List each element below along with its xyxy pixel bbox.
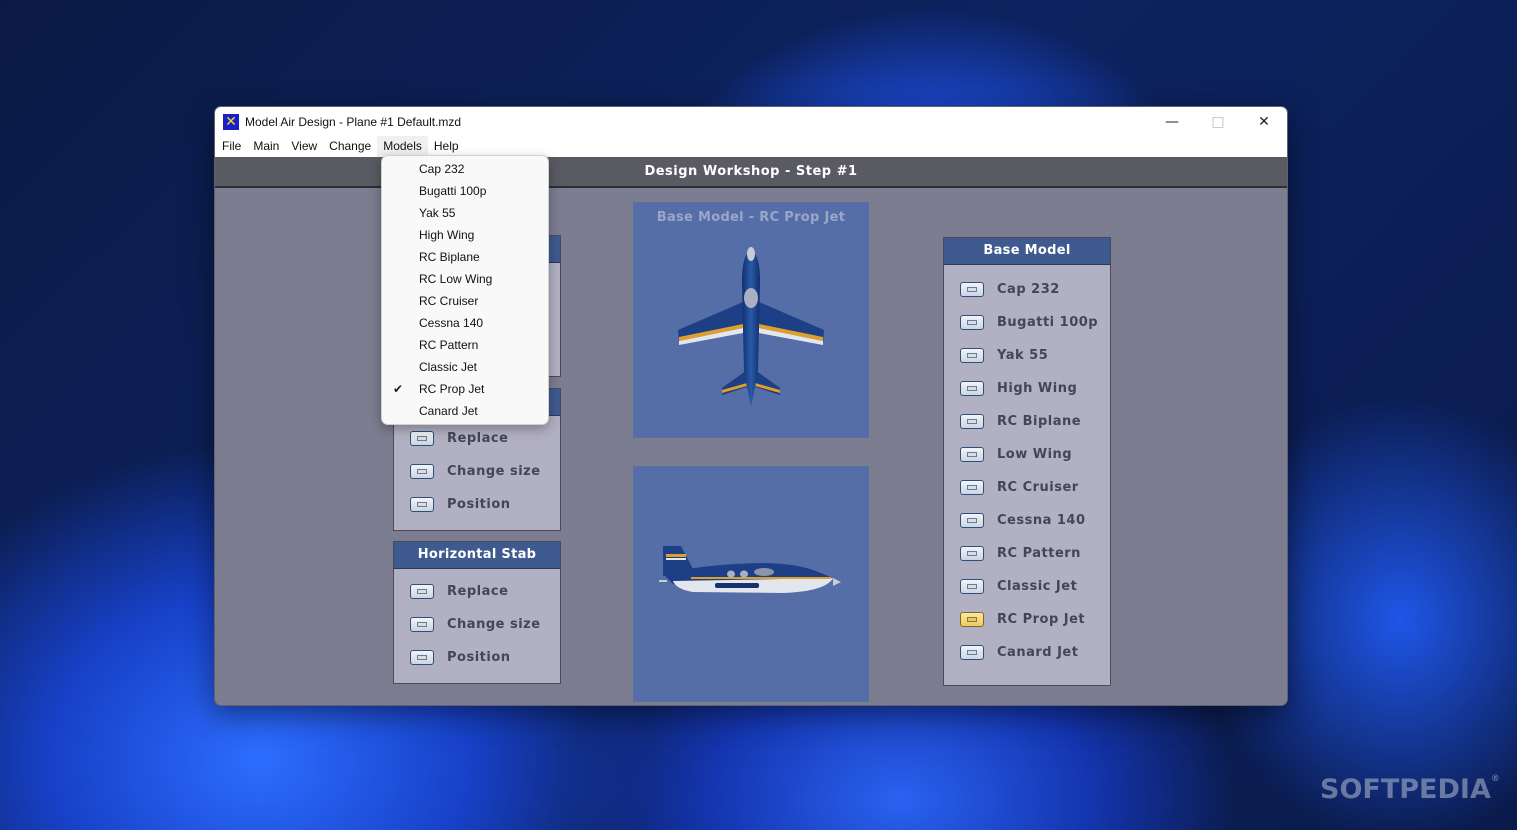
menu-models[interactable]: Models — [377, 136, 428, 157]
menu-file[interactable]: File — [216, 136, 247, 157]
option-button[interactable] — [960, 348, 984, 363]
softpedia-watermark: SOFTPEDIA® — [1320, 774, 1500, 805]
option-button[interactable] — [960, 282, 984, 297]
base-model-option-high-wing[interactable]: High Wing — [960, 381, 1077, 396]
base-model-option-rc-biplane[interactable]: RC Biplane — [960, 414, 1081, 429]
menu-change[interactable]: Change — [323, 136, 377, 157]
menu-item-rc-biplane[interactable]: RC Biplane — [382, 246, 548, 268]
menu-item-rc-cruiser[interactable]: RC Cruiser — [382, 290, 548, 312]
option-button[interactable] — [960, 447, 984, 462]
option-button[interactable] — [410, 464, 434, 479]
menu-item-yak-55[interactable]: Yak 55 — [382, 202, 548, 224]
side-view-box — [633, 466, 869, 702]
base-model-option-classic-jet[interactable]: Classic Jet — [960, 579, 1077, 594]
base-model-option-rc-pattern[interactable]: RC Pattern — [960, 546, 1081, 561]
minimize-button[interactable]: — — [1149, 107, 1195, 136]
step-header: Design Workshop - Step #1 — [215, 157, 1287, 188]
option-button[interactable] — [410, 650, 434, 665]
maximize-button[interactable]: □ — [1195, 107, 1241, 136]
option-button[interactable] — [960, 414, 984, 429]
option-button[interactable] — [410, 431, 434, 446]
option-button[interactable] — [960, 315, 984, 330]
menu-item-label: RC Cruiser — [419, 294, 479, 308]
plane-side-view — [659, 546, 841, 593]
menu-item-cessna-140[interactable]: Cessna 140 — [382, 312, 548, 334]
option-button[interactable] — [960, 612, 984, 627]
menu-item-label: RC Pattern — [419, 338, 479, 352]
menu-item-label: RC Prop Jet — [419, 382, 485, 396]
checkmark-icon: ✔ — [393, 382, 404, 396]
option-change-size[interactable]: Change size — [410, 464, 541, 479]
airplane-x-icon: ✕ — [223, 113, 239, 130]
menu-item-label: High Wing — [419, 228, 475, 242]
models-dropdown-menu: Cap 232 Bugatti 100p Yak 55 High Wing RC Bip… — [381, 155, 549, 425]
panel-header: Horizontal Stab — [394, 542, 560, 569]
option-button[interactable] — [960, 381, 984, 396]
option-replace[interactable]: Replace — [410, 584, 508, 599]
base-model-option-bugatti-100p[interactable]: Bugatti 100p — [960, 315, 1098, 330]
menu-item-classic-jet[interactable]: Classic Jet — [382, 356, 548, 378]
top-view-box: Base Model - RC Prop Jet — [633, 202, 869, 438]
app-window: ✕ Model Air Design - Plane #1 Default.mz… — [214, 106, 1288, 706]
menu-item-bugatti-100p[interactable]: Bugatti 100p — [382, 180, 548, 202]
option-button[interactable] — [410, 617, 434, 632]
base-model-option-rc-prop-jet[interactable]: RC Prop Jet — [960, 612, 1085, 627]
base-model-option-rc-cruiser[interactable]: RC Cruiser — [960, 480, 1079, 495]
close-button[interactable]: ✕ — [1241, 107, 1287, 136]
option-button[interactable] — [960, 546, 984, 561]
option-button[interactable] — [960, 579, 984, 594]
base-model-option-cap-232[interactable]: Cap 232 — [960, 282, 1060, 297]
menu-item-label: RC Biplane — [419, 250, 480, 264]
option-position[interactable]: Position — [410, 650, 511, 665]
menu-item-canard-jet[interactable]: Canard Jet — [382, 400, 548, 422]
menu-item-label: Yak 55 — [419, 206, 456, 220]
menu-item-label: Cessna 140 — [419, 316, 484, 330]
base-model-option-low-wing[interactable]: Low Wing — [960, 447, 1072, 462]
base-model-panel: Base Model Cap 232 Bugatti 100p Yak 55 High… — [943, 237, 1111, 686]
panel-header: Base Model — [944, 238, 1110, 265]
option-button[interactable] — [960, 645, 984, 660]
option-position[interactable]: Position — [410, 497, 511, 512]
menu-item-label: RC Low Wing — [419, 272, 493, 286]
option-replace[interactable]: Replace — [410, 431, 508, 446]
menu-item-cap-232[interactable]: Cap 232 — [382, 158, 548, 180]
menu-item-label: Cap 232 — [419, 162, 465, 176]
window-title: Model Air Design - Plane #1 Default.mzd — [245, 114, 462, 129]
menu-item-rc-prop-jet[interactable]: ✔ RC Prop Jet — [382, 378, 548, 400]
base-model-option-canard-jet[interactable]: Canard Jet — [960, 645, 1078, 660]
menu-view[interactable]: View — [285, 136, 323, 157]
plane-top-view — [678, 247, 824, 407]
option-button[interactable] — [960, 513, 984, 528]
base-model-option-cessna-140[interactable]: Cessna 140 — [960, 513, 1086, 528]
menu-main[interactable]: Main — [247, 136, 285, 157]
option-change-size[interactable]: Change size — [410, 617, 541, 632]
menu-item-high-wing[interactable]: High Wing — [382, 224, 548, 246]
base-model-option-yak-55[interactable]: Yak 55 — [960, 348, 1048, 363]
menu-item-label: Classic Jet — [419, 360, 478, 374]
title-bar: ✕ Model Air Design - Plane #1 Default.mz… — [215, 107, 1287, 136]
menu-item-rc-pattern[interactable]: RC Pattern — [382, 334, 548, 356]
horizontal-stab-panel: Horizontal Stab Replace Change size Posi… — [393, 541, 561, 684]
menu-bar: File Main View Change Models Help — [215, 136, 1287, 157]
menu-item-label: Canard Jet — [419, 404, 478, 418]
option-button[interactable] — [410, 497, 434, 512]
menu-item-label: Bugatti 100p — [419, 184, 487, 198]
option-button[interactable] — [960, 480, 984, 495]
option-button[interactable] — [410, 584, 434, 599]
menu-item-rc-low-wing[interactable]: RC Low Wing — [382, 268, 548, 290]
menu-help[interactable]: Help — [428, 136, 465, 157]
